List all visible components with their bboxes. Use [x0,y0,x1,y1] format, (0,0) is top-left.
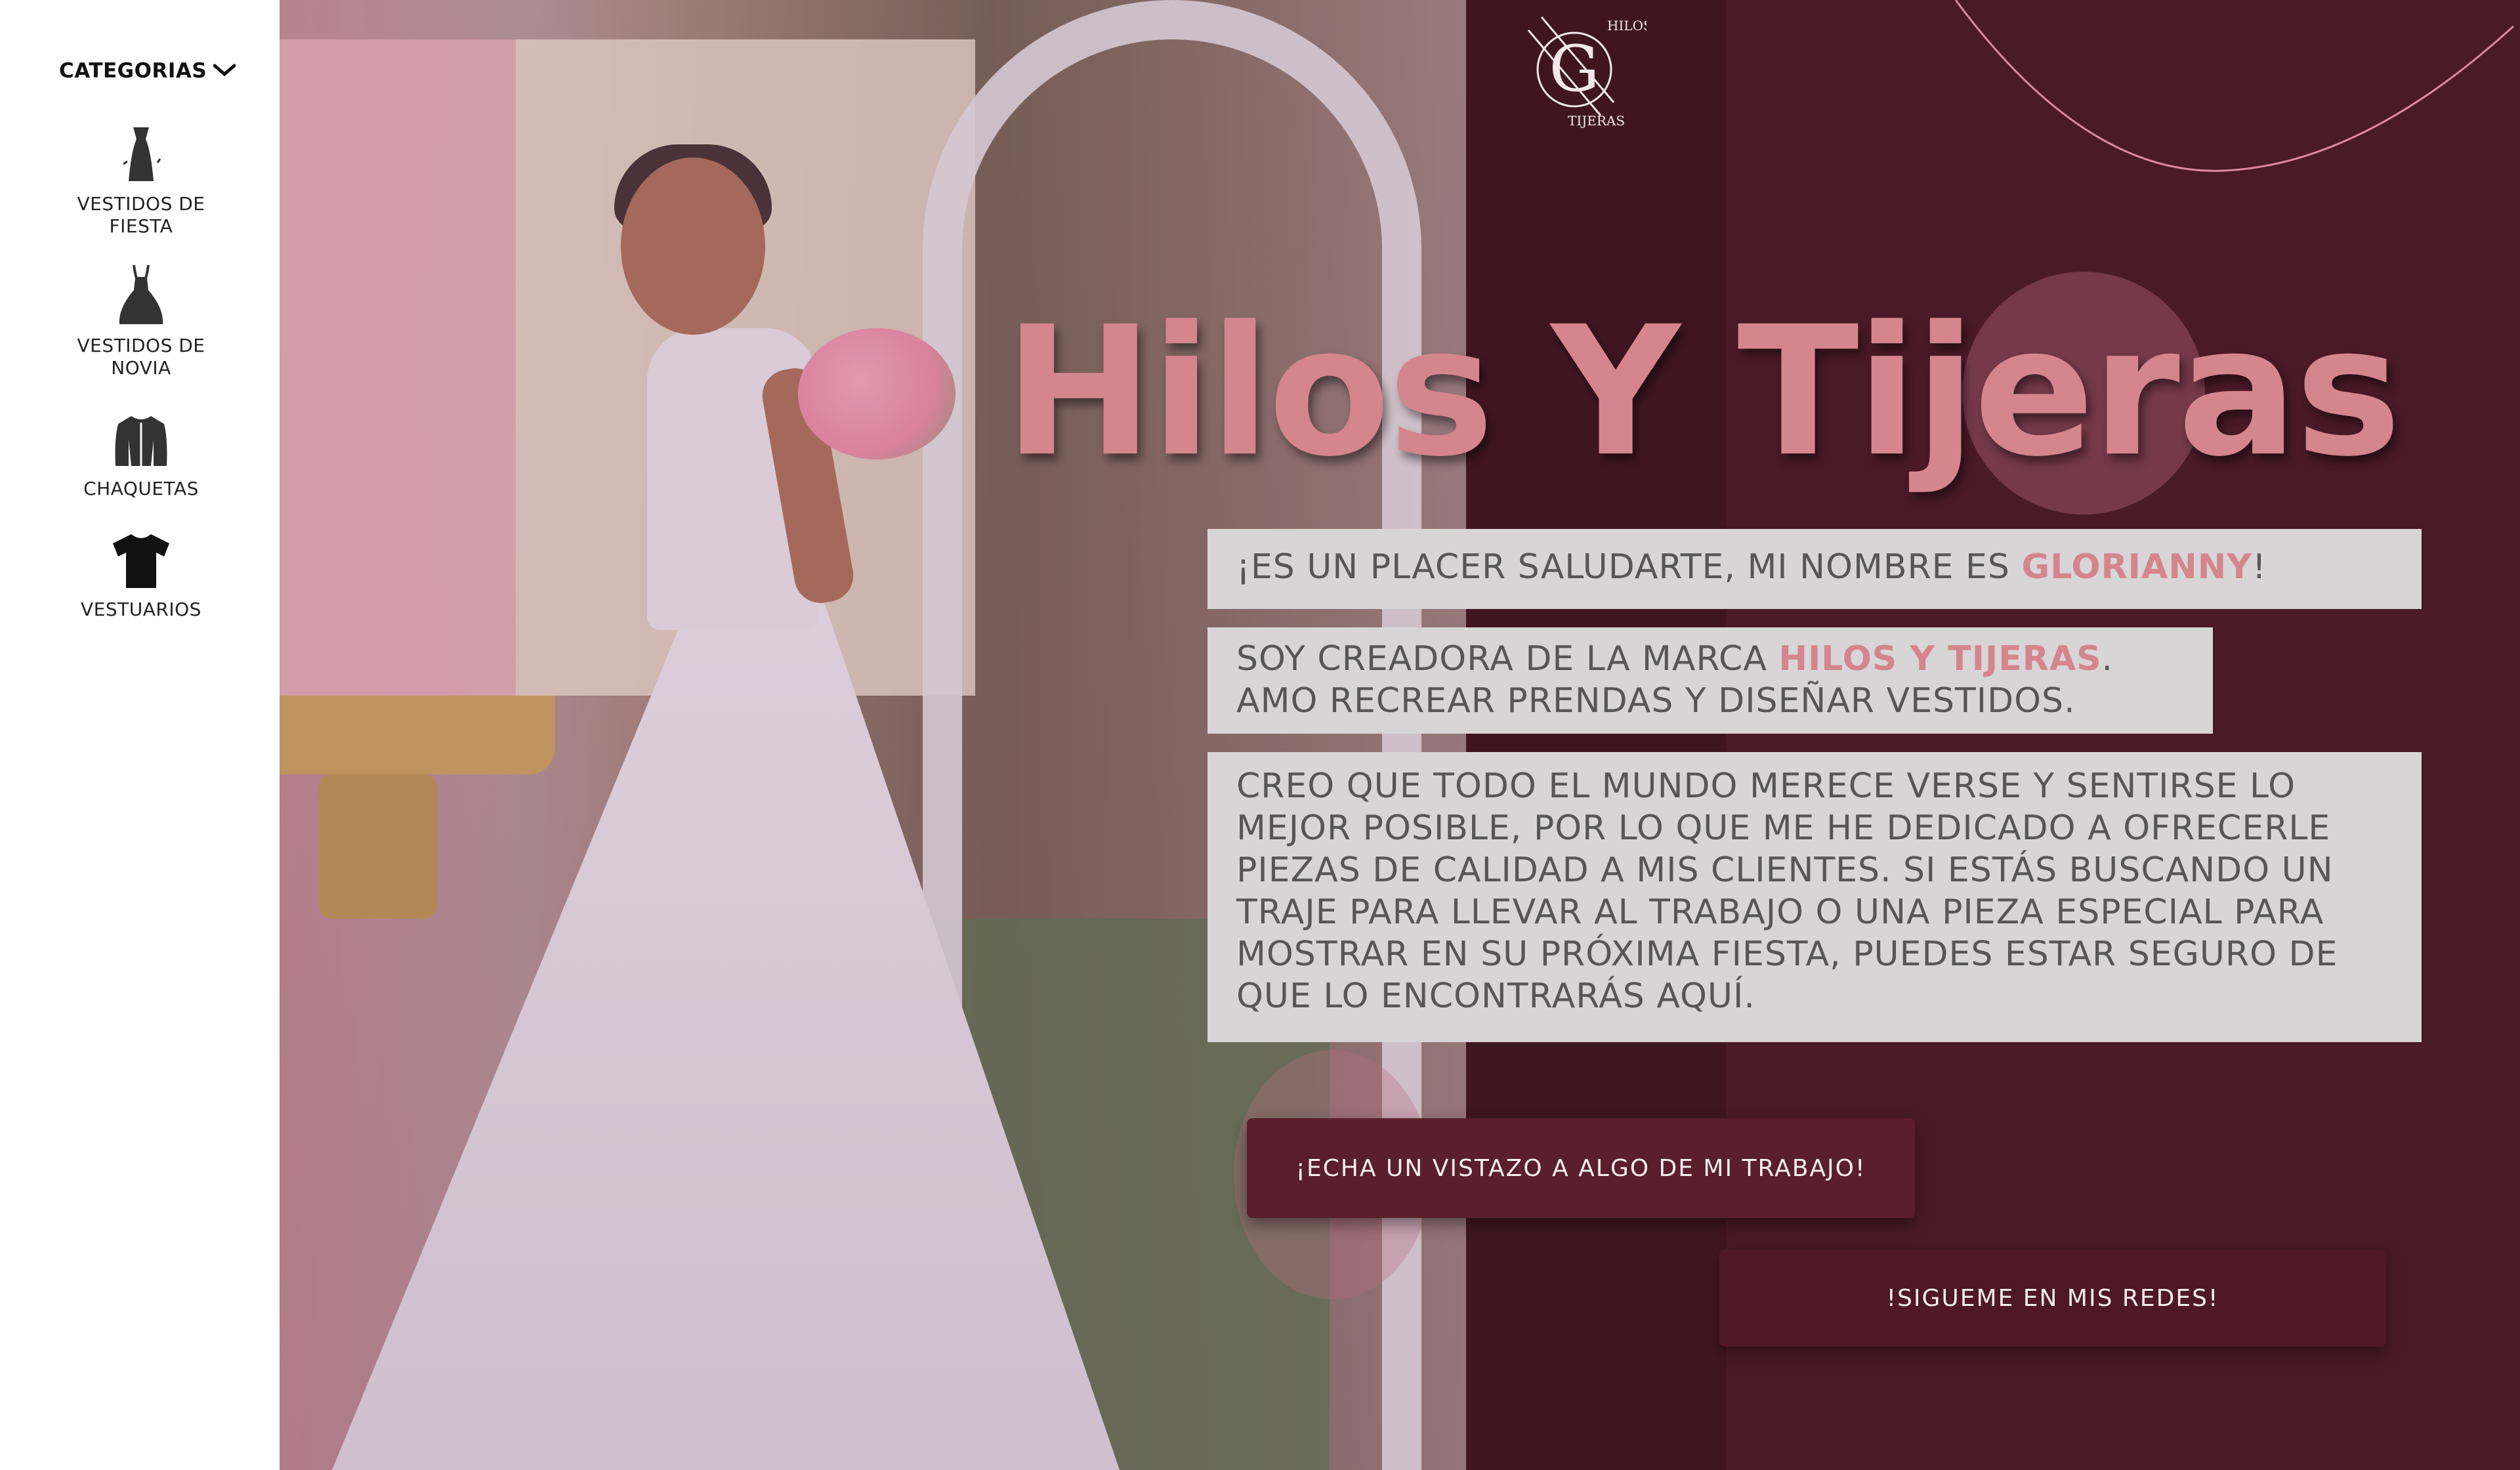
sidebar-item-uniforms[interactable]: VESTUARIOS [39,533,243,621]
brand-line: SOY CREADORA DE LA MARCA HILOS Y TIJERAS… [1236,638,2184,680]
greeting-text: ¡ES UN PLACER SALUDARTE, MI NOMBRE ES [1236,547,2022,587]
passion-line: AMO RECREAR PRENDAS Y DISEÑAR VESTIDOS. [1236,681,2076,721]
brand-line-text: SOY CREADORA DE LA MARCA [1236,639,1779,679]
sidebar-item-wedding-dresses[interactable]: VESTIDOS DE NOVIA [39,262,243,379]
sidebar-item-party-dresses[interactable]: VESTIDOS DE FIESTA [39,125,243,238]
sidebar-item-label: VESTUARIOS [81,598,201,620]
about-box: CREO QUE TODO EL MUNDO MERECE VERSE Y SE… [1208,752,2422,1042]
brand-name: HILOS Y TIJERAS [1778,639,2102,679]
texture-strip [1466,0,1726,1470]
owner-name: GLORIANNY [2021,547,2252,587]
sidebar-item-label: CHAQUETAS [83,478,199,499]
svg-text:G: G [1549,32,1600,106]
sidebar-item-jackets[interactable]: CHAQUETAS [39,413,243,500]
brand-box: SOY CREADORA DE LA MARCA HILOS Y TIJERAS… [1208,627,2213,734]
chevron-down-icon [213,62,236,80]
page-title: Hilos Y Tijeras [1004,289,2401,496]
view-work-button[interactable]: ¡ECHA UN VISTAZO A ALGO DE MI TRABAJO! [1247,1118,1915,1218]
brand-line-suffix: . [2101,639,2114,679]
svg-text:HILOS: HILOS [1607,18,1647,33]
about-paragraph: CREO QUE TODO EL MUNDO MERECE VERSE Y SE… [1236,766,2338,1016]
decorative-curve [1954,0,2515,172]
sidebar-item-label: VESTIDOS DE NOVIA [77,335,205,379]
brand-logo[interactable]: G HILOS TIJERAS [1500,4,1648,129]
wedding-dress-icon [112,262,171,326]
tshirt-icon [112,533,171,589]
sidebar-item-label: VESTIDOS DE FIESTA [77,193,205,237]
follow-social-button[interactable]: !SIGUEME EN MIS REDES! [1719,1250,2386,1347]
greeting-box: ¡ES UN PLACER SALUDARTE, MI NOMBRE ES GL… [1208,529,2422,609]
categories-label: CATEGORIAS [59,59,207,83]
categories-toggle[interactable]: CATEGORIAS [59,56,236,85]
greeting-suffix: ! [2252,547,2267,587]
jacket-icon [112,413,171,469]
logo-mark-icon: G HILOS TIJERAS [1527,16,1647,129]
party-dress-icon [112,125,171,184]
sidebar: CATEGORIAS VESTIDOS DE FIESTA VESTIDOS D… [0,0,280,1470]
svg-text:TIJERAS: TIJERAS [1568,113,1625,129]
